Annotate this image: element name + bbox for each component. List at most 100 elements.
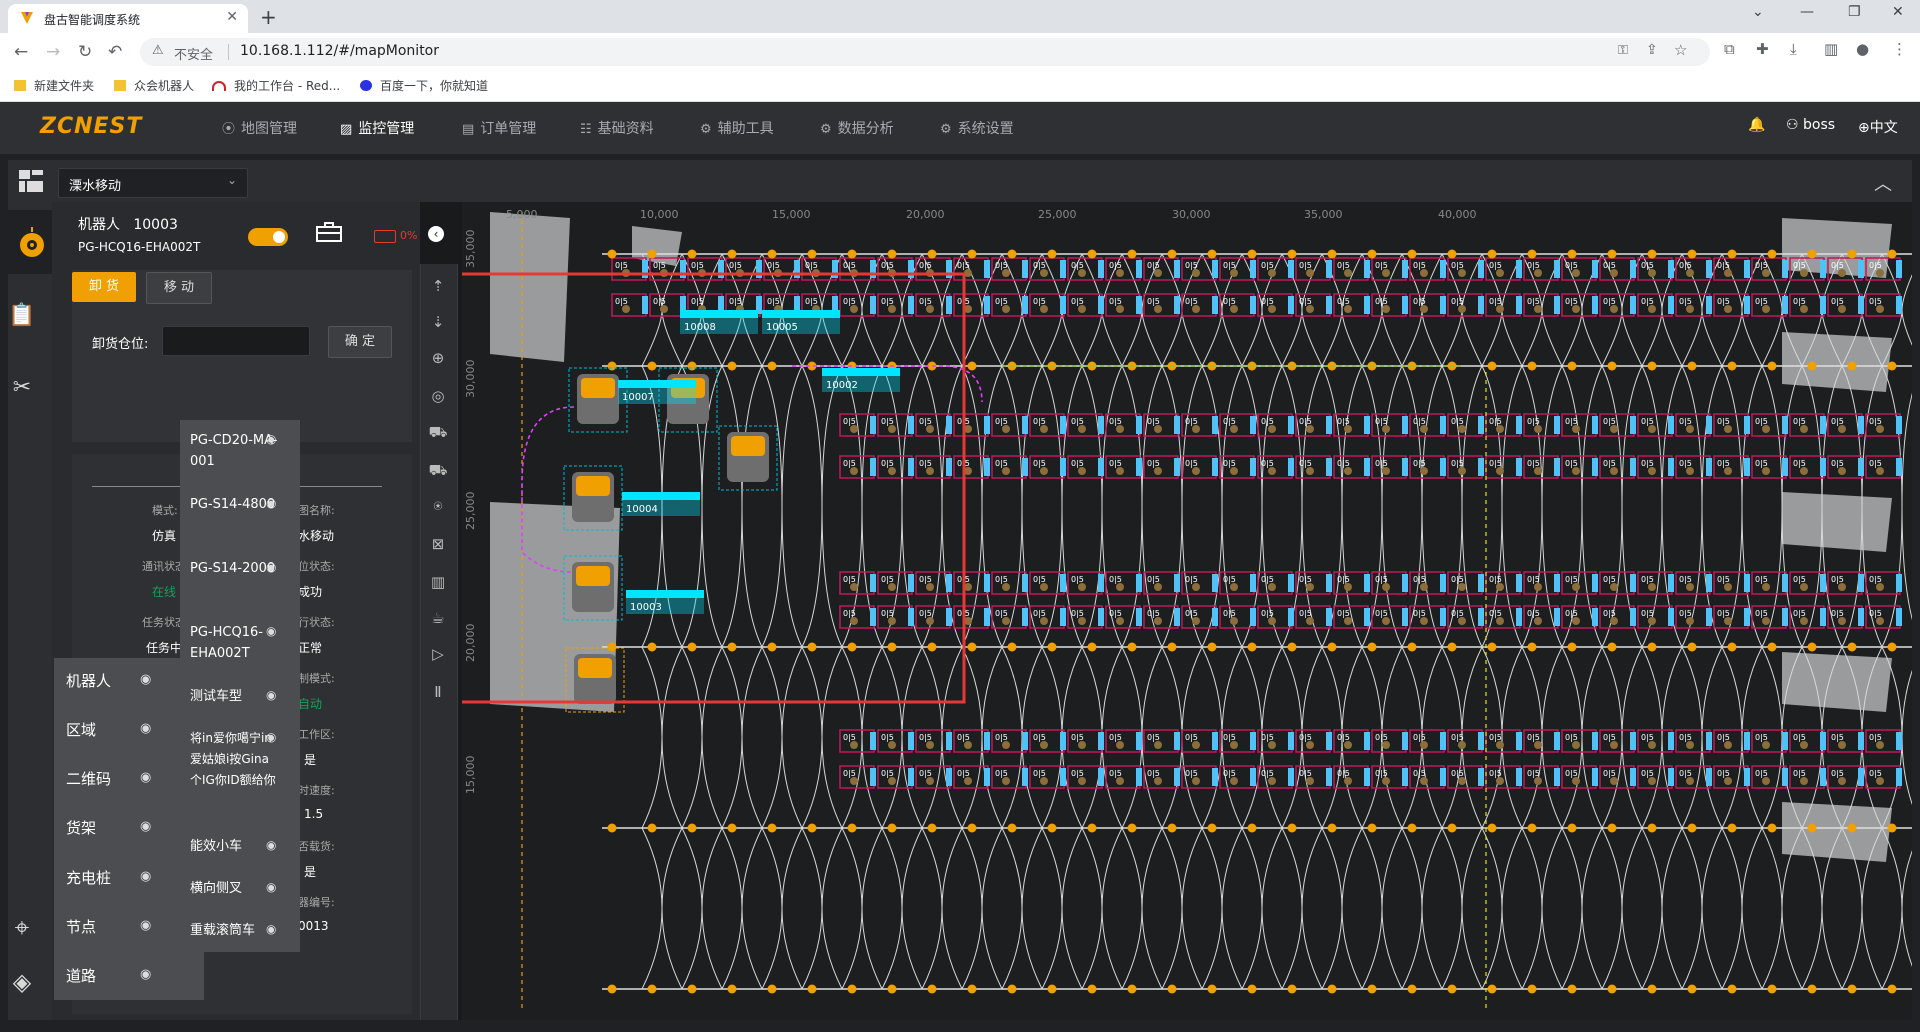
road-node[interactable] xyxy=(767,984,777,994)
confirm-button[interactable]: 确 定 xyxy=(328,326,392,358)
road-node[interactable] xyxy=(1007,984,1017,994)
road-node[interactable] xyxy=(1087,642,1097,652)
road-node[interactable] xyxy=(767,642,777,652)
road-node[interactable] xyxy=(1327,823,1337,833)
map-layout-icon[interactable] xyxy=(18,169,44,193)
tab-unload[interactable]: 卸 货 xyxy=(72,272,136,302)
road-node[interactable] xyxy=(887,249,897,259)
road-node[interactable] xyxy=(1527,642,1537,652)
unload-location-input[interactable] xyxy=(162,326,310,356)
road-node[interactable] xyxy=(1807,361,1817,371)
layer-qrcode[interactable]: 二维码 xyxy=(66,768,111,789)
road-node[interactable] xyxy=(1487,361,1497,371)
road-node[interactable] xyxy=(727,823,737,833)
road-node[interactable] xyxy=(1607,984,1617,994)
menu-base-data[interactable]: ☷ 基础资料 xyxy=(580,118,654,138)
road-node[interactable] xyxy=(1127,823,1137,833)
chart-icon[interactable]: ▥ xyxy=(426,570,450,594)
road-node[interactable] xyxy=(607,823,617,833)
tab-search-chevron-icon[interactable]: ⌄ xyxy=(1752,4,1764,20)
road-node[interactable] xyxy=(1367,984,1377,994)
screenshot-icon[interactable]: ⧉ xyxy=(1724,40,1735,58)
road-node[interactable] xyxy=(1207,249,1217,259)
road-node[interactable] xyxy=(1527,361,1537,371)
eye-icon[interactable]: ◉ xyxy=(266,560,276,574)
road-node[interactable] xyxy=(1647,823,1657,833)
menu-map-management[interactable]: ⦿ 地图管理 xyxy=(222,118,297,138)
road-node[interactable] xyxy=(1287,984,1297,994)
road-node[interactable] xyxy=(727,984,737,994)
marker-icon[interactable]: ⍟ xyxy=(426,494,450,518)
target-icon[interactable]: ⊕ xyxy=(426,346,450,370)
road-node[interactable] xyxy=(1687,642,1697,652)
robot-label[interactable]: 10007 xyxy=(622,392,654,403)
road-node[interactable] xyxy=(1727,984,1737,994)
eye-icon[interactable]: ◉ xyxy=(266,688,276,702)
road-node[interactable] xyxy=(607,984,617,994)
maximize-button[interactable]: ❐ xyxy=(1848,4,1861,20)
road-node[interactable] xyxy=(727,361,737,371)
collapse-up-icon[interactable]: ︿ xyxy=(1874,170,1892,196)
sidepanel-icon[interactable]: ▥ xyxy=(1824,40,1838,58)
road-node[interactable] xyxy=(1807,249,1817,259)
eye-icon[interactable]: ◉ xyxy=(140,721,151,736)
road-node[interactable] xyxy=(1287,249,1297,259)
road-node[interactable] xyxy=(647,823,657,833)
road-node[interactable] xyxy=(1447,642,1457,652)
road-node[interactable] xyxy=(1367,823,1377,833)
road-node[interactable] xyxy=(847,249,857,259)
road-node[interactable] xyxy=(1687,361,1697,371)
menu-system-settings[interactable]: ⚙ 系统设置 xyxy=(940,118,1014,138)
share-icon[interactable]: ⇪ xyxy=(1646,42,1658,58)
road-node[interactable] xyxy=(1367,249,1377,259)
road-node[interactable] xyxy=(1047,642,1057,652)
road-node[interactable] xyxy=(1767,361,1777,371)
road-node[interactable] xyxy=(607,361,617,371)
road-node[interactable] xyxy=(927,823,937,833)
robot-label[interactable]: 10002 xyxy=(826,380,858,391)
road-node[interactable] xyxy=(687,823,697,833)
road-node[interactable] xyxy=(1047,984,1057,994)
road-node[interactable] xyxy=(647,361,657,371)
road-node[interactable] xyxy=(1767,823,1777,833)
robot-label[interactable]: 10003 xyxy=(630,602,662,613)
user-menu[interactable]: ⚇ boss xyxy=(1786,117,1835,133)
reload-icon[interactable]: ↻ xyxy=(78,42,92,62)
clear-icon[interactable]: ⊠ xyxy=(426,532,450,556)
road-node[interactable] xyxy=(1887,642,1897,652)
road-node[interactable] xyxy=(1807,642,1817,652)
road-node[interactable] xyxy=(1607,361,1617,371)
road-node[interactable] xyxy=(1527,249,1537,259)
road-node[interactable] xyxy=(1807,823,1817,833)
road-node[interactable] xyxy=(1007,249,1017,259)
road-node[interactable] xyxy=(1287,823,1297,833)
road-node[interactable] xyxy=(927,249,937,259)
browser-tab[interactable]: 盘古智能调度系统 ✕ xyxy=(8,4,248,33)
url-text[interactable]: 10.168.1.112/#/mapMonitor xyxy=(240,43,439,59)
robot-enable-toggle[interactable] xyxy=(248,228,288,246)
road-node[interactable] xyxy=(767,823,777,833)
road-node[interactable] xyxy=(967,642,977,652)
road-node[interactable] xyxy=(1647,361,1657,371)
road-node[interactable] xyxy=(967,984,977,994)
road-node[interactable] xyxy=(1687,249,1697,259)
eye-icon[interactable]: ◉ xyxy=(266,922,276,936)
road-node[interactable] xyxy=(1167,249,1177,259)
eye-icon[interactable]: ◉ xyxy=(140,672,151,687)
road-node[interactable] xyxy=(1207,642,1217,652)
road-node[interactable] xyxy=(1847,823,1857,833)
road-node[interactable] xyxy=(1327,249,1337,259)
road-node[interactable] xyxy=(1847,642,1857,652)
crosshair-icon[interactable]: ⌖ xyxy=(8,914,36,942)
notification-bell-icon[interactable]: 🔔 xyxy=(1748,117,1765,133)
road-node[interactable] xyxy=(1407,823,1417,833)
layer-area[interactable]: 区域 xyxy=(66,719,96,740)
road-node[interactable] xyxy=(647,984,657,994)
road-node[interactable] xyxy=(927,642,937,652)
pause-icon[interactable]: Ⅱ xyxy=(426,680,450,704)
road-node[interactable] xyxy=(727,642,737,652)
road-node[interactable] xyxy=(1567,984,1577,994)
bookmark-item[interactable]: 众会机器人 xyxy=(114,77,194,94)
play-icon[interactable]: ▷ xyxy=(426,642,450,666)
road-node[interactable] xyxy=(847,984,857,994)
